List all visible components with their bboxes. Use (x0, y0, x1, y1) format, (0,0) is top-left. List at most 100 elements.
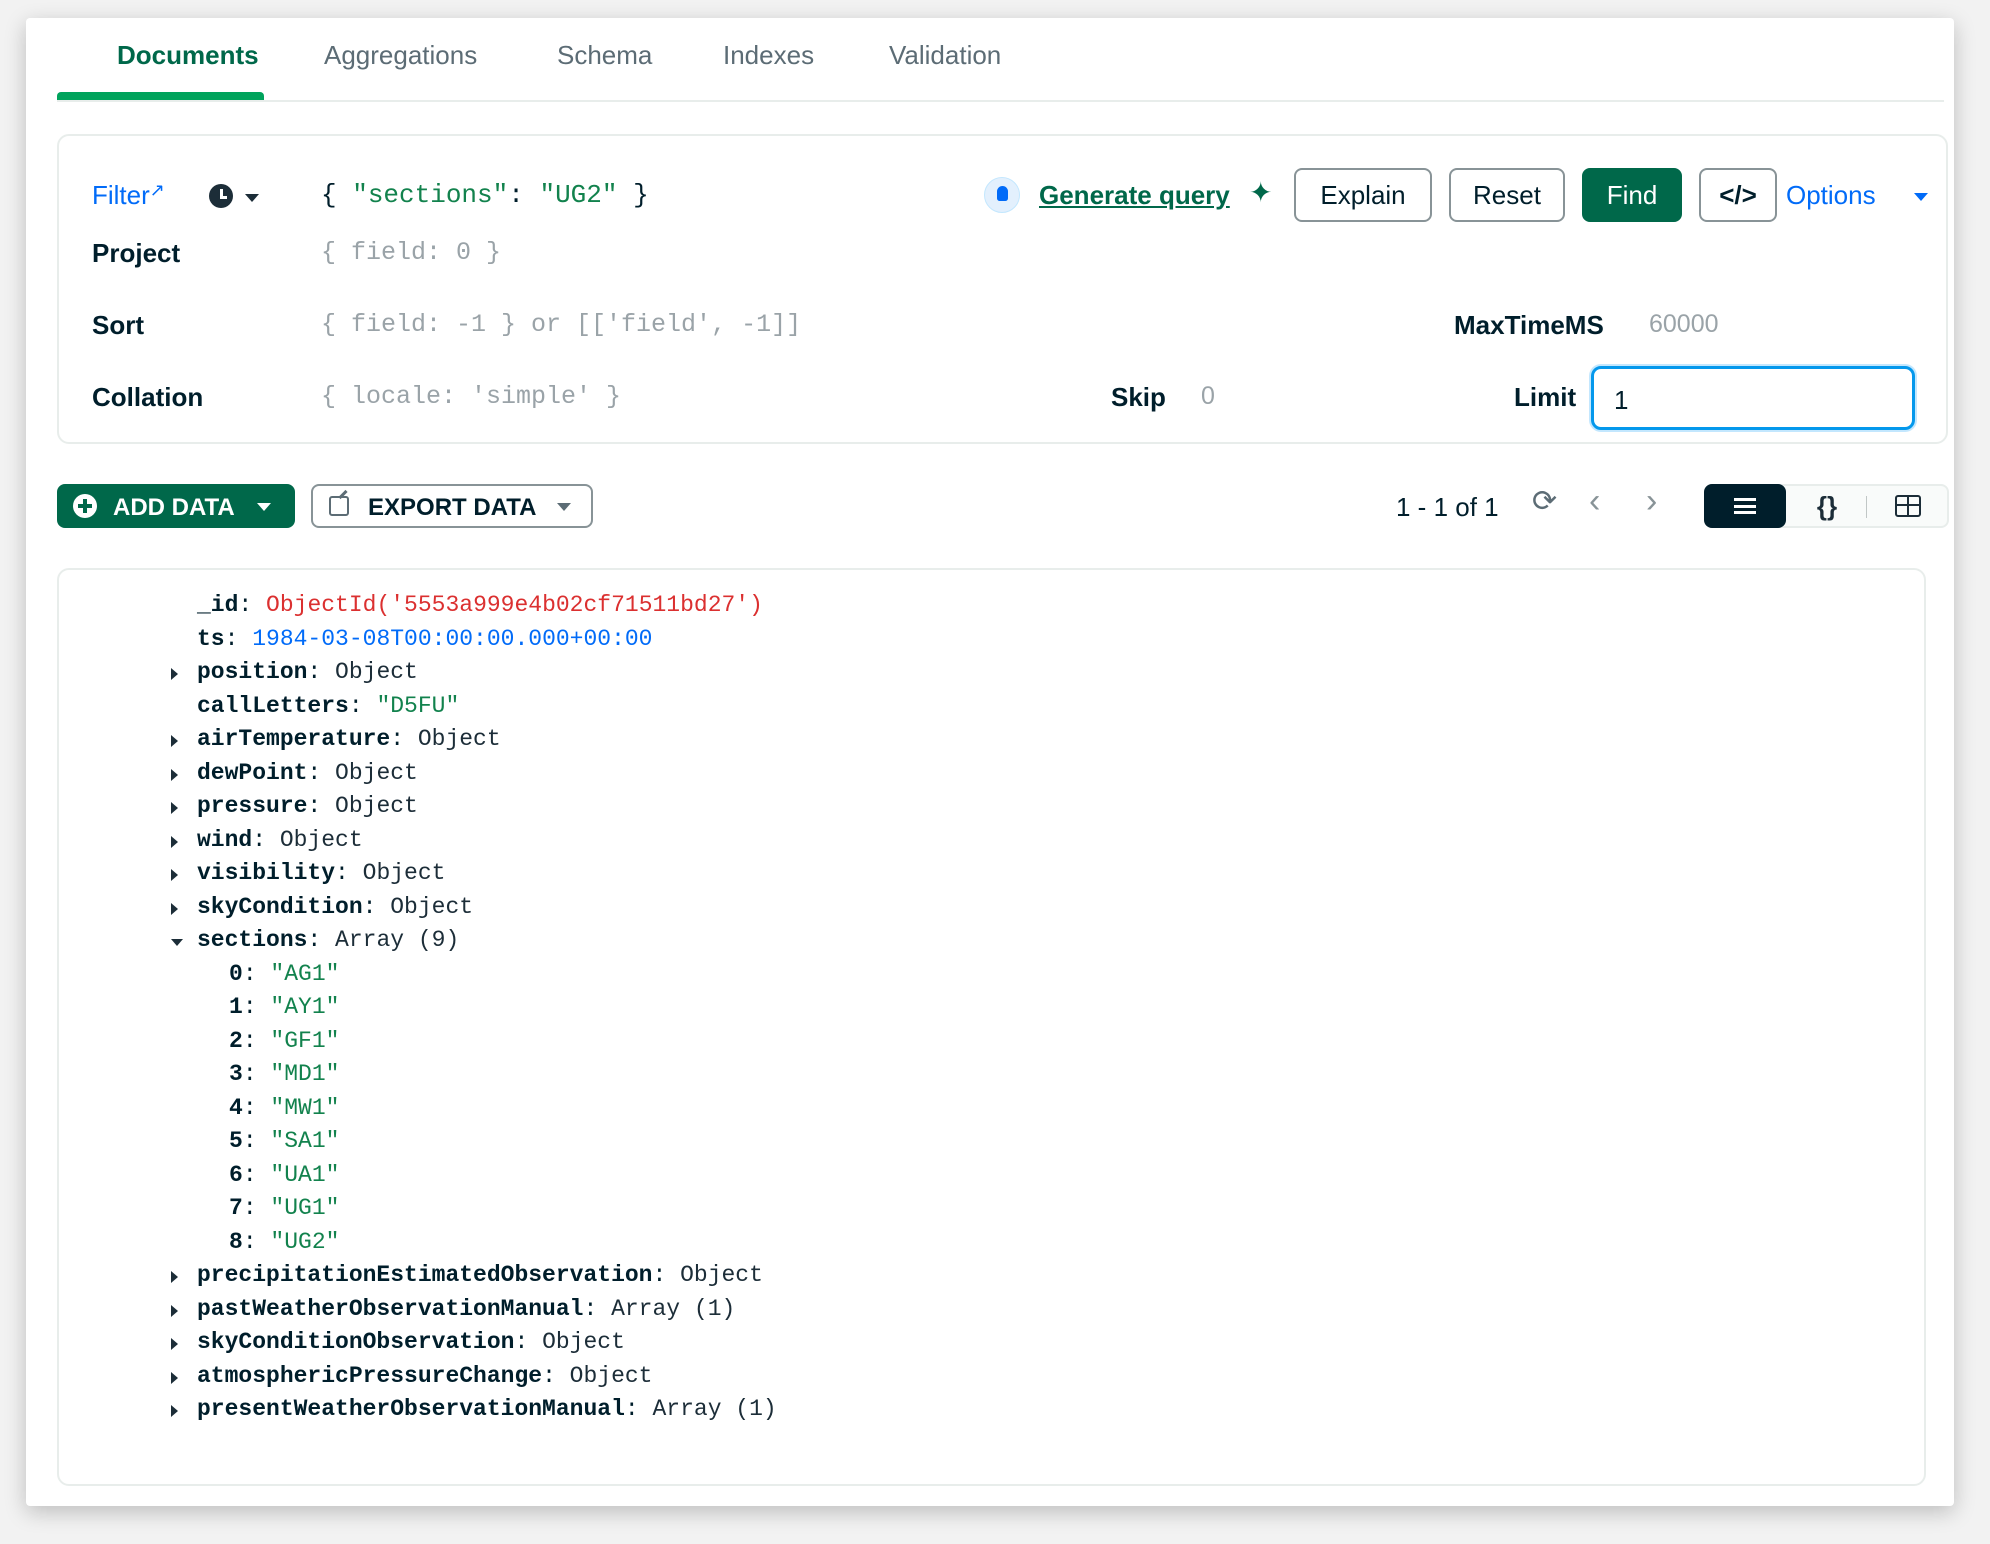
field-key: 1 (229, 994, 243, 1020)
caret-right-icon[interactable] (171, 802, 178, 814)
generate-query-link[interactable]: Generate query (1039, 180, 1230, 211)
document-field-row: ts: 1984-03-08T00:00:00.000+00:00 (197, 626, 652, 660)
filter-link[interactable]: Filter↗ (92, 180, 165, 211)
document-field-row[interactable]: skyConditionObservation: Object (171, 1329, 625, 1363)
field-separator: : (307, 793, 336, 819)
sparkle-icon: ✦ (1249, 177, 1273, 208)
previous-page-icon[interactable]: ‹ (1589, 482, 1600, 521)
field-separator: : (514, 1329, 543, 1355)
document-field-row[interactable]: visibility: Object (171, 860, 446, 894)
field-value: "AY1" (270, 994, 340, 1020)
maxtime-input[interactable]: 60000 (1649, 310, 1719, 339)
caret-right-icon[interactable] (171, 668, 178, 680)
field-key: ts (197, 625, 225, 652)
document-card: _id: ObjectId('5553a999e4b02cf71511bd27'… (57, 568, 1926, 1486)
clock-icon (209, 184, 233, 208)
caret-right-icon[interactable] (171, 1304, 178, 1317)
refresh-icon[interactable]: ⟳ (1532, 484, 1557, 519)
caret-right-icon[interactable] (171, 1371, 178, 1384)
field-key: 7 (229, 1195, 243, 1221)
field-key: 5 (229, 1128, 243, 1154)
field-value: Object (362, 860, 446, 886)
caret-right-icon[interactable] (171, 869, 178, 881)
find-button[interactable]: Find (1582, 168, 1682, 222)
json-view-button[interactable]: {} (1798, 484, 1856, 528)
filter-brace-open: { (321, 180, 353, 210)
add-data-button[interactable]: ADD DATA (57, 484, 295, 528)
field-key: presentWeatherObservationManual (197, 1396, 625, 1422)
sort-input[interactable]: { field: -1 } or [['field', -1]] (321, 310, 801, 339)
next-page-icon[interactable]: › (1646, 482, 1657, 521)
field-value: Object (335, 659, 418, 685)
project-label: Project (92, 238, 181, 268)
document-field-row[interactable]: position: Object (171, 659, 418, 693)
tab-documents[interactable]: Documents (115, 40, 261, 71)
field-key: skyConditionObservation (197, 1329, 515, 1355)
caret-down-icon[interactable] (171, 939, 183, 946)
field-separator: : (307, 659, 336, 685)
collation-input[interactable]: { locale: 'simple' } (321, 382, 621, 411)
document-field-row[interactable]: sections: Array (9) (171, 927, 459, 961)
document-field-row[interactable]: pressure: Object (171, 793, 418, 827)
field-separator: : (335, 860, 363, 886)
field-separator: : (652, 1262, 681, 1288)
document-field-row[interactable]: pastWeatherObservationManual: Array (1) (171, 1295, 736, 1330)
caret-right-icon[interactable] (171, 1271, 178, 1283)
code-export-button[interactable]: </> (1699, 168, 1777, 222)
limit-label: Limit (1514, 382, 1577, 412)
field-key: 4 (229, 1094, 243, 1121)
maxtime-label: MaxTimeMS (1454, 310, 1604, 340)
field-separator: : (242, 1228, 271, 1255)
pagination-text: 1 - 1 of 1 (1396, 492, 1499, 522)
reset-button[interactable]: Reset (1449, 168, 1565, 222)
field-separator: : (242, 1195, 271, 1221)
document-field-row[interactable]: dewPoint: Object (171, 759, 418, 794)
skip-input[interactable]: 0 (1201, 382, 1215, 411)
limit-input[interactable]: 1 (1591, 366, 1915, 430)
document-field-row[interactable]: precipitationEstimatedObservation: Objec… (171, 1262, 763, 1296)
document-field-row[interactable]: presentWeatherObservationManual: Array (… (171, 1396, 777, 1430)
field-key: visibility (197, 860, 336, 886)
field-separator: : (390, 726, 418, 752)
field-separator: : (242, 1161, 271, 1188)
document-field-row[interactable]: airTemperature: Object (171, 726, 501, 760)
field-separator: : (242, 1027, 271, 1054)
query-history-button[interactable] (209, 180, 265, 214)
collection-tabs: Documents Aggregations Schema Indexes Va… (57, 18, 1944, 102)
field-separator: : (242, 960, 271, 987)
tab-validation[interactable]: Validation (887, 40, 1003, 71)
caret-right-icon[interactable] (171, 1405, 178, 1417)
caret-right-icon[interactable] (171, 735, 178, 747)
chevron-down-icon (257, 503, 271, 511)
field-value: Array (1) (611, 1295, 736, 1322)
field-value: "GF1" (270, 1027, 340, 1054)
filter-input[interactable]: { "sections": "UG2" } (321, 180, 649, 210)
field-separator: : (583, 1295, 612, 1322)
document-field-row: _id: ObjectId('5553a999e4b02cf71511bd27'… (197, 592, 763, 626)
table-view-button[interactable] (1878, 484, 1938, 528)
field-value: Object (335, 759, 418, 786)
export-data-button[interactable]: EXPORT DATA (311, 484, 593, 528)
field-value: 1984-03-08T00:00:00.000+00:00 (252, 625, 653, 652)
skip-label: Skip (1111, 382, 1166, 412)
tab-indexes[interactable]: Indexes (721, 40, 816, 71)
tab-schema[interactable]: Schema (555, 40, 654, 71)
explain-button[interactable]: Explain (1294, 168, 1432, 222)
caret-right-icon[interactable] (171, 768, 178, 781)
document-field-row[interactable]: wind: Object (171, 827, 363, 861)
export-icon (329, 496, 349, 516)
field-key: airTemperature (197, 726, 391, 752)
field-separator: : (238, 592, 267, 618)
field-separator: : (542, 1362, 570, 1389)
options-toggle[interactable]: Options (1786, 180, 1876, 211)
list-view-button[interactable] (1704, 484, 1786, 528)
field-separator: : (242, 1094, 271, 1121)
caret-right-icon[interactable] (171, 1338, 178, 1350)
document-field-row[interactable]: atmosphericPressureChange: Object (171, 1362, 653, 1397)
project-input[interactable]: { field: 0 } (321, 238, 501, 267)
field-value: "UG2" (270, 1228, 340, 1255)
caret-right-icon[interactable] (171, 835, 178, 848)
document-field-row[interactable]: skyCondition: Object (171, 894, 473, 928)
tab-aggregations[interactable]: Aggregations (322, 40, 479, 71)
caret-right-icon[interactable] (171, 902, 178, 915)
